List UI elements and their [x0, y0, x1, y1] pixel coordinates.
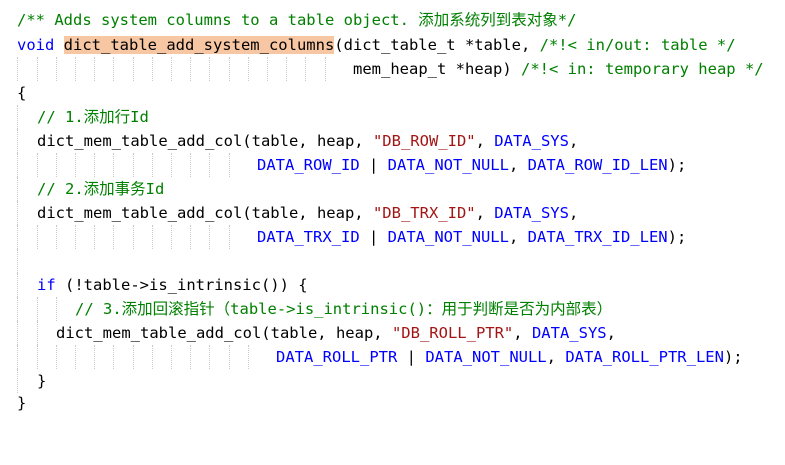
comment-trx-id: // 2.添加事务Id [37, 180, 165, 198]
macro: DATA_ROW_ID [257, 156, 360, 174]
code-line-13[interactable]: // 3.添加回滚指针（table->is_intrinsic()：用于判断是否… [0, 297, 612, 321]
close-brace-function: } [17, 394, 27, 412]
macro: DATA_NOT_NULL [387, 228, 509, 246]
if-statement: if (!table->is_intrinsic()) { [37, 273, 308, 297]
code-line-12[interactable]: if (!table->is_intrinsic()) { [0, 273, 308, 297]
highlighted-function-name[interactable]: dict_table_add_system_columns [63, 36, 335, 54]
code-line-11[interactable] [0, 249, 37, 273]
macro: DATA_NOT_NULL [387, 156, 509, 174]
macro: DATA_NOT_NULL [425, 348, 547, 366]
pipe: | [397, 348, 426, 366]
macro: DATA_TRX_ID [257, 228, 360, 246]
keyword-if: if [37, 276, 56, 294]
pipe: | [359, 228, 388, 246]
macro: DATA_TRX_ID_LEN [527, 228, 668, 246]
macro: DATA_SYS [494, 204, 569, 222]
sep: , [546, 348, 566, 366]
sep: , [568, 204, 579, 222]
comment-row-id: // 1.添加行Id [37, 108, 149, 126]
call: dict_mem_table_add_col(table, heap, [56, 324, 392, 342]
indent-guides [0, 249, 785, 273]
code-line-10[interactable]: DATA_TRX_ID | DATA_NOT_NULL, DATA_TRX_ID… [0, 225, 686, 249]
code-line-1[interactable]: /** Adds system columns to a table objec… [0, 8, 576, 32]
code-line-7[interactable]: DATA_ROW_ID | DATA_NOT_NULL, DATA_ROW_ID… [0, 153, 686, 177]
doc-comment: /** Adds system columns to a table objec… [17, 11, 577, 29]
param-name: *heap) [446, 60, 521, 78]
sep: , [606, 324, 616, 342]
param-comment: /*!< in: temporary heap */ [520, 60, 764, 78]
macro: DATA_ROLL_PTR [276, 348, 398, 366]
param-comment: /*!< in/out: table */ [539, 36, 736, 54]
code-line-9[interactable]: dict_mem_table_add_col(table, heap, "DB_… [0, 201, 578, 225]
sep: , [508, 156, 528, 174]
code-line-6[interactable]: dict_mem_table_add_col(table, heap, "DB_… [0, 129, 578, 153]
call-add-row-id: dict_mem_table_add_col(table, heap, "DB_… [37, 129, 578, 153]
call-args-row-id: DATA_ROW_ID | DATA_NOT_NULL, DATA_ROW_ID… [257, 153, 686, 177]
sep: ); [723, 348, 743, 366]
open-brace: { [17, 84, 27, 102]
paren: ( [334, 36, 344, 54]
string-literal: "DB_TRX_ID" [372, 204, 476, 222]
close-brace-if: } [37, 372, 47, 390]
macro: DATA_SYS [494, 132, 569, 150]
code-line-5[interactable]: // 1.添加行Id [0, 105, 149, 129]
code-line-3[interactable]: mem_heap_t *heap) /*!< in: temporary hea… [0, 57, 764, 81]
call-args-roll-ptr: DATA_ROLL_PTR | DATA_NOT_NULL, DATA_ROLL… [276, 345, 743, 369]
sep: , [568, 132, 579, 150]
param-line: mem_heap_t *heap) /*!< in: temporary hea… [353, 57, 764, 81]
param-name: *table, [455, 36, 540, 54]
function-signature: void dict_table_add_system_columns(dict_… [17, 33, 736, 57]
call-add-roll-ptr: dict_mem_table_add_col(table, heap, "DB_… [56, 321, 616, 345]
string-literal: "DB_ROLL_PTR" [391, 324, 514, 342]
param-type: dict_table_t [343, 36, 456, 54]
sep: , [475, 204, 495, 222]
code-line-2[interactable]: void dict_table_add_system_columns(dict_… [0, 33, 736, 57]
sep: ); [667, 228, 687, 246]
call-add-trx-id: dict_mem_table_add_col(table, heap, "DB_… [37, 201, 578, 225]
indent-guides [0, 369, 785, 393]
code-line-4[interactable]: { [0, 81, 37, 105]
call: dict_mem_table_add_col(table, heap, [37, 204, 373, 222]
call-args-trx-id: DATA_TRX_ID | DATA_NOT_NULL, DATA_TRX_ID… [257, 225, 686, 249]
string-literal: "DB_ROW_ID" [372, 132, 476, 150]
sep: , [513, 324, 532, 342]
sep: ); [667, 156, 687, 174]
code-line-15[interactable]: DATA_ROLL_PTR | DATA_NOT_NULL, DATA_ROLL… [0, 345, 743, 369]
macro: DATA_ROW_ID_LEN [527, 156, 668, 174]
keyword-void: void [17, 36, 55, 54]
macro: DATA_SYS [531, 324, 607, 342]
param-type: mem_heap_t [353, 60, 447, 78]
code-line-14[interactable]: dict_mem_table_add_col(table, heap, "DB_… [0, 321, 616, 345]
pipe: | [359, 156, 388, 174]
sep: , [508, 228, 528, 246]
comment-roll-ptr: // 3.添加回滚指针（table->is_intrinsic()：用于判断是否… [75, 300, 613, 318]
macro: DATA_ROLL_PTR_LEN [565, 348, 724, 366]
condition: (!table->is_intrinsic()) { [55, 276, 308, 294]
code-line-8[interactable]: // 2.添加事务Id [0, 177, 164, 201]
code-editor[interactable]: /** Adds system columns to a table objec… [0, 0, 785, 415]
sep: , [475, 132, 495, 150]
call: dict_mem_table_add_col(table, heap, [37, 132, 373, 150]
code-line-16[interactable]: } [0, 369, 46, 393]
code-line-17[interactable]: } [0, 391, 37, 415]
